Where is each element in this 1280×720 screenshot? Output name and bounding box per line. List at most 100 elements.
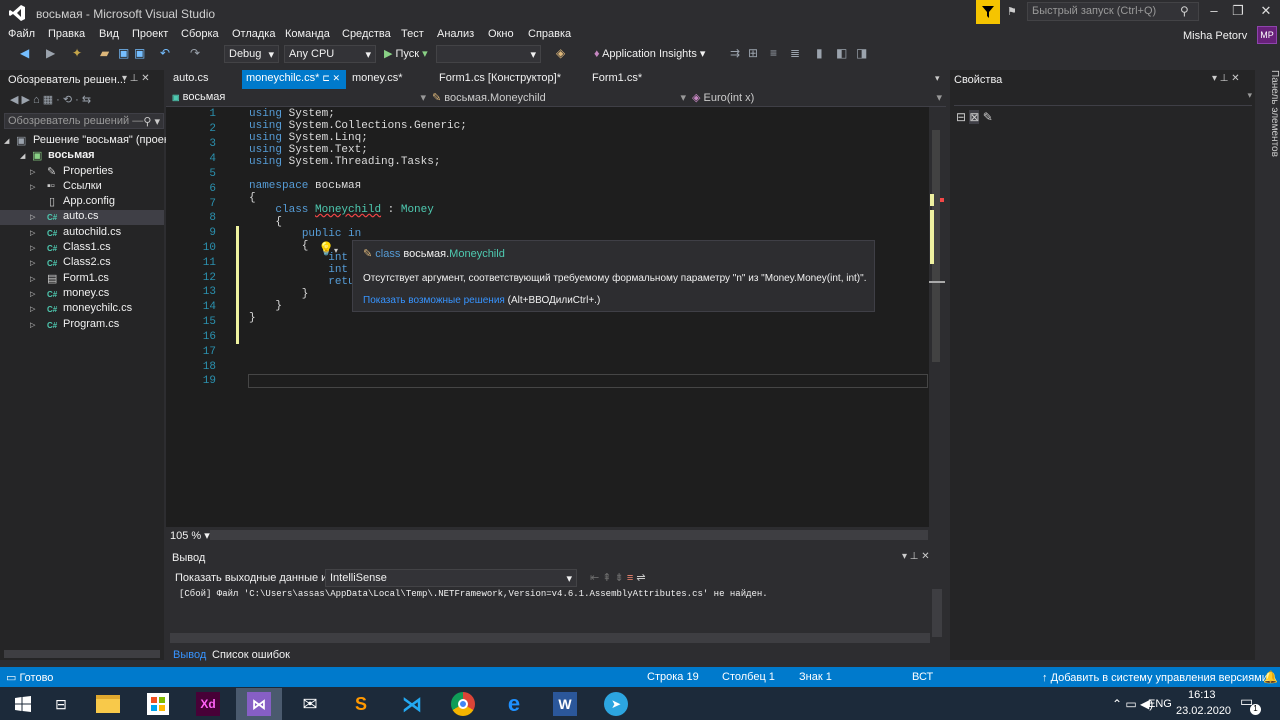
target-select[interactable]: ▾ <box>436 45 541 63</box>
bookmark-prev-icon[interactable]: ◧ <box>836 46 847 60</box>
telegram-icon[interactable]: ➤ <box>593 688 639 720</box>
tree-item[interactable]: ▷ C# money.cs <box>0 287 164 302</box>
tab-money[interactable]: money.cs* <box>352 72 403 84</box>
forward-icon[interactable]: ▶ <box>46 46 55 60</box>
nav-project-select[interactable]: ▣ восьмая ▾ <box>172 91 426 106</box>
menu-file[interactable]: Файл <box>8 28 35 40</box>
output-source-select[interactable]: IntelliSense ▾ <box>325 569 577 587</box>
chrome-icon[interactable] <box>440 688 486 720</box>
edge-icon[interactable]: e <box>491 688 537 720</box>
properties-toolbar-icons[interactable]: ⊟ ⊠ ✎ <box>956 110 993 124</box>
redo-icon[interactable]: ↷ <box>190 46 200 60</box>
properties-controls[interactable]: ▾ ⊥ ✕ <box>1212 73 1240 84</box>
visual-studio-taskbar-icon[interactable]: ⋈ <box>236 688 282 720</box>
search-icon[interactable]: ⚲ <box>1180 4 1189 18</box>
undo-icon[interactable]: ↶ <box>160 46 170 60</box>
zoom-level[interactable]: 105 % ▾ <box>170 529 210 542</box>
properties-object-select[interactable]: ▾ <box>954 90 1252 106</box>
panel-menu-icon[interactable]: ▾ ⊥ ✕ <box>122 73 150 84</box>
word-icon[interactable]: W <box>542 688 588 720</box>
tree-item[interactable]: ▷ C# auto.cs <box>0 210 164 225</box>
user-name[interactable]: Misha Petorv <box>1183 30 1247 42</box>
sublime-text-icon[interactable]: S <box>338 688 384 720</box>
menu-view[interactable]: Вид <box>99 28 119 40</box>
tab-error-list[interactable]: Список ошибок <box>212 649 290 661</box>
lightbulb-icon[interactable]: 💡 <box>318 241 334 257</box>
nav-member-select[interactable]: ◈ Euro(int x) ▾ <box>692 91 942 106</box>
tree-item[interactable]: ▷ C# autochild.cs <box>0 226 164 241</box>
app-insights-button[interactable]: ♦ Application Insights ▾ <box>594 47 705 60</box>
avatar[interactable]: MP <box>1257 26 1277 44</box>
notifications-bell-icon[interactable]: 🔔 <box>1263 670 1278 684</box>
se-horizontal-scrollbar[interactable] <box>4 650 160 658</box>
show-fixes-link[interactable]: Показать возможные решения <box>363 295 505 306</box>
tree-solution[interactable]: ◢ ▣ Решение "восьмая" (проек <box>0 134 169 149</box>
menu-project[interactable]: Проект <box>132 28 168 40</box>
menu-team[interactable]: Команда <box>285 28 330 40</box>
bookmark-icon[interactable]: ▮ <box>816 46 823 60</box>
feedback-filter-icon[interactable] <box>976 0 1000 24</box>
align-icon[interactable]: ⊞ <box>748 46 758 60</box>
tree-item[interactable]: ▯ App.config <box>0 195 164 210</box>
open-folder-icon[interactable]: ▰ <box>100 46 109 60</box>
indent-icon[interactable]: ≡ <box>770 46 777 60</box>
lightbulb-dropdown-icon[interactable]: ▾ <box>334 246 338 255</box>
quick-launch-input[interactable]: Быстрый запуск (Ctrl+Q) <box>1027 2 1199 21</box>
comment-icon[interactable]: ≣ <box>790 46 800 60</box>
save-icon[interactable]: ▣ <box>118 46 129 60</box>
save-all-icon[interactable]: ▣ <box>134 46 145 60</box>
file-explorer-icon[interactable] <box>85 688 131 720</box>
tree-item[interactable]: ▷ C# Program.cs <box>0 318 164 333</box>
menu-edit[interactable]: Правка <box>48 28 85 40</box>
nav-class-select[interactable]: ✎ восьмая.Moneychild ▾ <box>432 91 686 106</box>
tree-item[interactable]: ▷ C# Class1.cs <box>0 241 164 256</box>
clock-date[interactable]: 23.02.2020 <box>1176 705 1231 717</box>
se-toolbar-icons[interactable]: ◀ ▶ ⌂ ▦ · ⟲ · ⇆ <box>10 93 91 106</box>
adobe-xd-icon[interactable]: Xd <box>185 688 231 720</box>
new-project-icon[interactable]: ✦ <box>72 46 82 60</box>
tree-project[interactable]: ◢ ▣ восьмая <box>0 149 164 164</box>
menu-help[interactable]: Справка <box>528 28 571 40</box>
tab-output[interactable]: Вывод <box>173 649 206 661</box>
tab-form1-designer[interactable]: Form1.cs [Конструктор]* <box>439 72 561 84</box>
task-view-icon[interactable]: ⊟ <box>38 688 84 720</box>
menu-tools[interactable]: Средства <box>342 28 391 40</box>
run-button[interactable]: ▶ Пуск ▾ <box>384 47 428 60</box>
bookmark-next-icon[interactable]: ◨ <box>856 46 867 60</box>
output-horizontal-scrollbar[interactable] <box>170 633 930 643</box>
step-icon[interactable]: ⇉ <box>730 46 740 60</box>
output-panel-controls[interactable]: ▾ ⊥ ✕ <box>902 551 930 562</box>
menu-debug[interactable]: Отладка <box>232 28 275 40</box>
tree-item[interactable]: ▷ ▤ Form1.cs <box>0 272 164 287</box>
tree-item[interactable]: ▷ C# moneychilc.cs <box>0 302 164 317</box>
maximize-button[interactable]: ❐ <box>1224 3 1252 19</box>
mail-icon[interactable]: ✉ <box>287 688 333 720</box>
se-search-input[interactable]: Обозреватель решений — ⚲ ▾ <box>4 113 164 129</box>
tree-item[interactable]: ▷ C# Class2.cs <box>0 256 164 271</box>
config-select[interactable]: Debug ▾ <box>224 45 279 63</box>
add-to-source-control[interactable]: ↑ Добавить в систему управления версиями… <box>1042 671 1276 684</box>
tab-overflow-icon[interactable]: ▾ <box>935 73 940 84</box>
tab-moneychilc[interactable]: moneychilc.cs* ⊏ ✕ <box>242 70 346 89</box>
menu-test[interactable]: Тест <box>401 28 424 40</box>
toolbox-side-tab[interactable]: Панель элементов <box>1258 70 1280 165</box>
language-indicator[interactable]: ENG <box>1148 698 1172 710</box>
clock-time[interactable]: 16:13 <box>1188 689 1216 701</box>
browser-link-icon[interactable]: ◈ <box>556 46 565 60</box>
output-toolbar-icons[interactable]: ⇤ ⇞ ⇟ ≡ ⇌ <box>590 571 646 584</box>
close-button[interactable]: ✕ <box>1252 3 1280 19</box>
notifications-icon[interactable]: ⚑ <box>1007 5 1017 18</box>
tree-item[interactable]: ▷ ✎ Properties <box>0 165 164 180</box>
back-icon[interactable]: ◀ <box>20 46 29 60</box>
editor-horizontal-scrollbar[interactable] <box>210 530 928 540</box>
menu-build[interactable]: Сборка <box>181 28 219 40</box>
menu-analyze[interactable]: Анализ <box>437 28 474 40</box>
store-icon[interactable] <box>135 688 181 720</box>
platform-select[interactable]: Any CPU ▾ <box>284 45 376 63</box>
tab-auto[interactable]: auto.cs <box>173 72 208 84</box>
tab-form1[interactable]: Form1.cs* <box>592 72 642 84</box>
output-vertical-scrollbar[interactable] <box>932 589 942 637</box>
menu-window[interactable]: Окно <box>488 28 514 40</box>
tree-item[interactable]: ▷ ▪▫ Ссылки <box>0 180 164 195</box>
vscode-icon[interactable]: ⋊ <box>389 688 435 720</box>
